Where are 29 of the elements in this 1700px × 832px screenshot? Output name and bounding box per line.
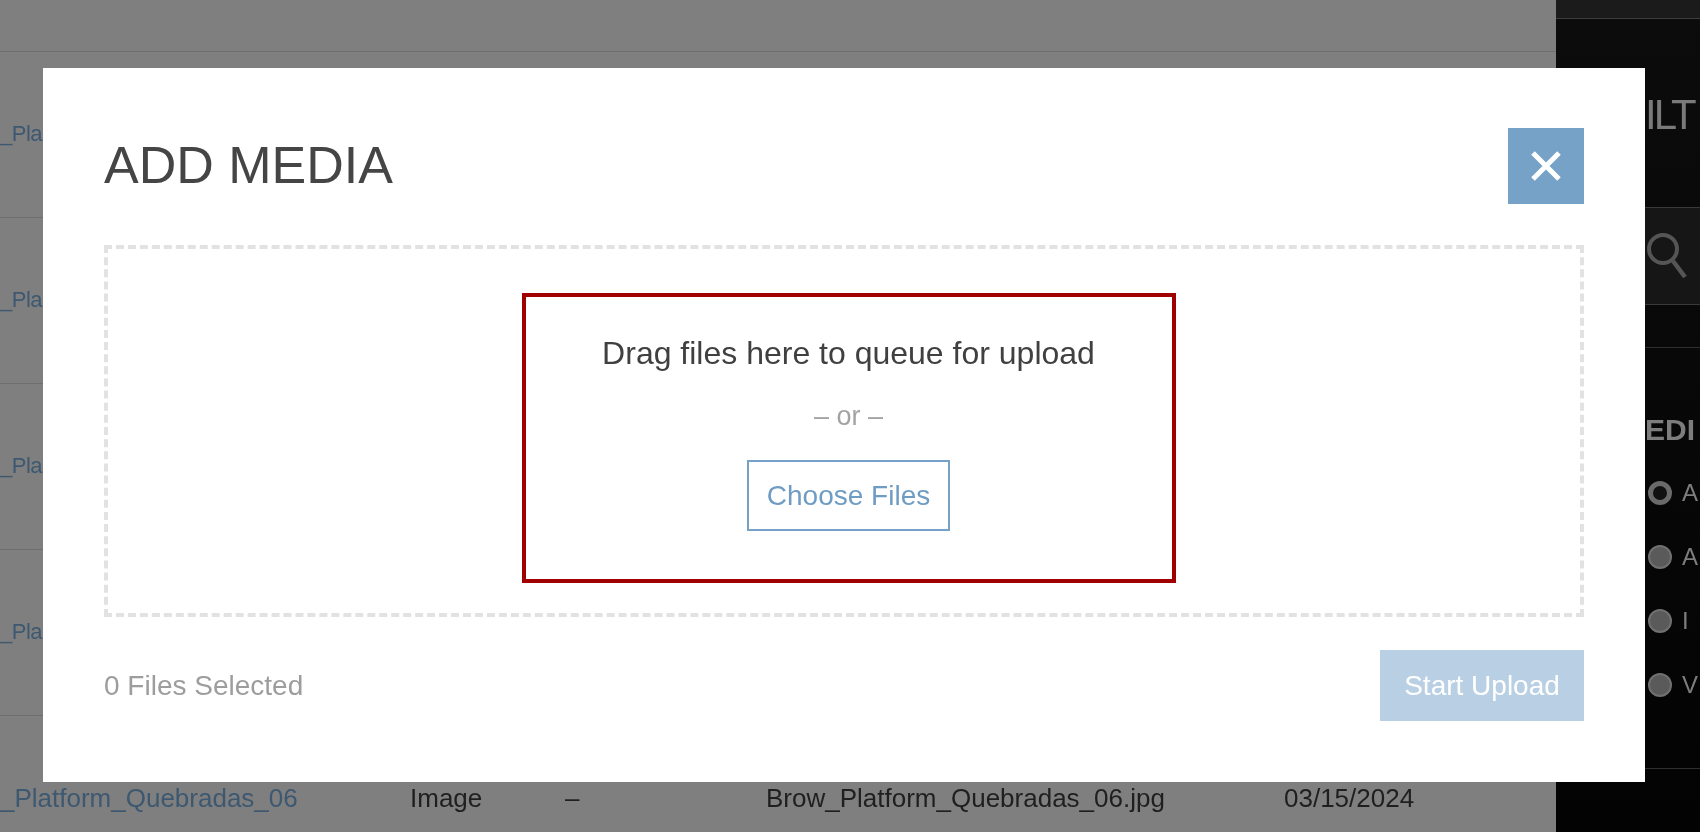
choose-files-button[interactable]: Choose Files [747,460,950,531]
radio-button[interactable] [1648,481,1672,505]
search-field[interactable] [1645,207,1700,305]
close-button[interactable] [1508,128,1584,204]
radio-label: I [1682,606,1689,636]
section-title: EDI [1645,415,1695,445]
drop-zone[interactable]: Drag files here to queue for upload – or – Choose Files [104,245,1584,617]
sidebar-title: ILT [1645,94,1694,136]
file-link[interactable]: _Pla [0,619,43,646]
radio-label: A [1682,478,1698,508]
close-icon [1531,151,1561,181]
file-link[interactable]: _Pla [0,453,43,480]
table-cell: Brow_Platform_Quebradas_06.jpg [766,782,1165,815]
or-separator: – or – [813,400,883,432]
table-cell: 03/15/2024 [1284,782,1415,815]
table-cell: – [565,782,580,815]
search-icon [1647,233,1687,279]
radio-label: V [1682,670,1698,700]
dialog-title: ADD MEDIA [104,137,393,195]
file-link[interactable]: _Pla [0,287,43,314]
radio-button[interactable] [1648,545,1672,569]
file-link[interactable]: _Pla [0,121,43,148]
radio-label: A [1682,542,1698,572]
files-selected-count: 0 Files Selected [104,668,304,703]
radio-button[interactable] [1648,673,1672,697]
radio-button[interactable] [1648,609,1672,633]
drop-instruction: Drag files here to queue for upload [602,334,1095,372]
table-cell: Image [410,782,483,815]
file-link[interactable]: _Platform_Quebradas_06 [0,782,298,815]
